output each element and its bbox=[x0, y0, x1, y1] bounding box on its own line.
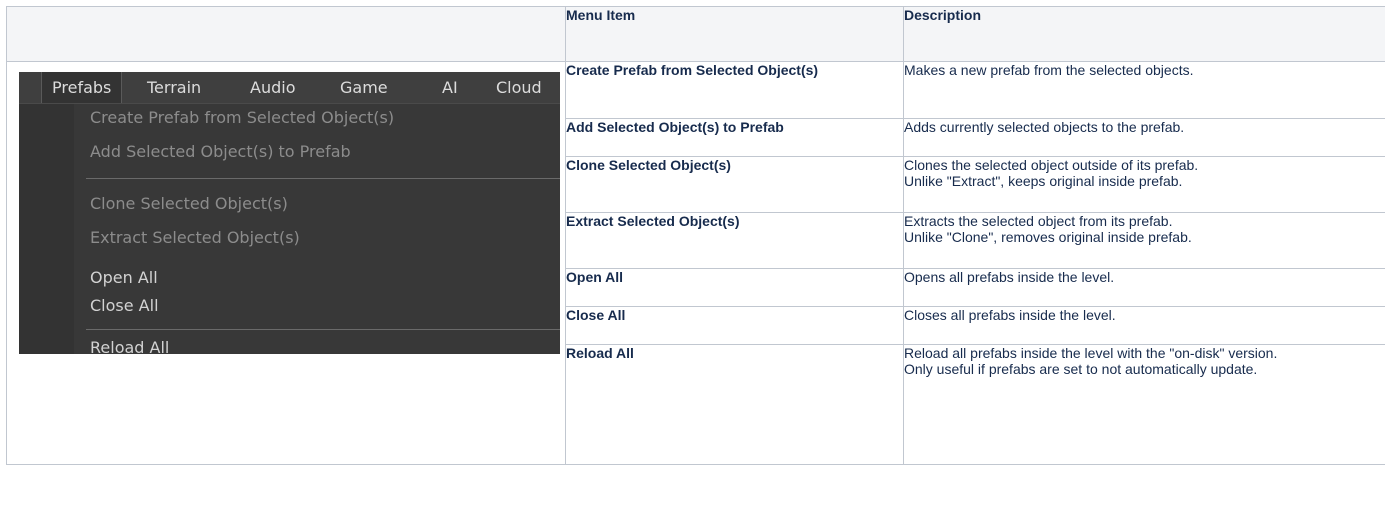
description-line: Unlike "Extract", keeps original inside … bbox=[904, 173, 1183, 189]
menu-item-description: Reload all prefabs inside the level with… bbox=[903, 344, 1385, 465]
menu-item-clone[interactable]: Clone Selected Object(s) bbox=[90, 192, 288, 216]
menu-item-name: Reload All bbox=[565, 344, 904, 465]
description-line: Makes a new prefab from the selected obj… bbox=[904, 62, 1194, 78]
menu-item-name: Clone Selected Object(s) bbox=[565, 156, 904, 213]
menu-item-reload-all[interactable]: Reload All bbox=[90, 336, 169, 354]
menubar-terrain[interactable]: Terrain bbox=[147, 72, 201, 103]
menubar-audio[interactable]: Audio bbox=[250, 72, 295, 103]
prefabs-dropdown: Create Prefab from Selected Object(s) Ad… bbox=[19, 104, 560, 354]
description-line: Clones the selected object outside of it… bbox=[904, 157, 1199, 173]
menu-item-extract[interactable]: Extract Selected Object(s) bbox=[90, 226, 300, 250]
description-line: Extracts the selected object from its pr… bbox=[904, 213, 1173, 229]
menubar-ai[interactable]: AI bbox=[442, 72, 458, 103]
dropdown-gutter bbox=[19, 104, 74, 354]
menu-item-name: Extract Selected Object(s) bbox=[565, 212, 904, 269]
description-header: Description bbox=[903, 6, 1385, 62]
menu-item-name: Open All bbox=[565, 268, 904, 307]
description-line: Reload all prefabs inside the level with… bbox=[904, 345, 1278, 361]
menu-item-description: Clones the selected object outside of it… bbox=[903, 156, 1385, 213]
table-row: Prefabs Terrain Audio Game AI Cloud Crea… bbox=[6, 61, 1385, 465]
menu-item-open-all[interactable]: Open All bbox=[90, 266, 158, 290]
menu-item-name: Close All bbox=[565, 306, 904, 345]
menu-item-create-prefab[interactable]: Create Prefab from Selected Object(s) bbox=[90, 106, 394, 130]
menu-item-description: Closes all prefabs inside the level. bbox=[903, 306, 1385, 345]
menu-item-description: Makes a new prefab from the selected obj… bbox=[903, 61, 1385, 119]
menu-item-description: Opens all prefabs inside the level. bbox=[903, 268, 1385, 307]
description-line: Only useful if prefabs are set to not au… bbox=[904, 361, 1258, 377]
description-line: Adds currently selected objects to the p… bbox=[904, 119, 1185, 135]
menu-item-header: Menu Item bbox=[565, 6, 904, 62]
menu-item-close-all[interactable]: Close All bbox=[90, 294, 159, 318]
menu-separator bbox=[86, 178, 560, 179]
image-column-header bbox=[6, 6, 566, 62]
menubar-game[interactable]: Game bbox=[340, 72, 388, 103]
menu-item-name: Add Selected Object(s) to Prefab bbox=[565, 118, 904, 157]
description-line: Unlike "Clone", removes original inside … bbox=[904, 229, 1192, 245]
menu-screenshot-cell: Prefabs Terrain Audio Game AI Cloud Crea… bbox=[6, 61, 566, 465]
description-line: Closes all prefabs inside the level. bbox=[904, 307, 1116, 323]
menu-separator bbox=[86, 329, 560, 330]
menu-item-add-to-prefab[interactable]: Add Selected Object(s) to Prefab bbox=[90, 140, 351, 164]
menu-screenshot: Prefabs Terrain Audio Game AI Cloud Crea… bbox=[19, 72, 560, 354]
menubar-prefabs[interactable]: Prefabs bbox=[41, 72, 123, 103]
prefab-menu-table: Menu Item Description Prefabs Terrain Au… bbox=[6, 6, 1385, 465]
table-header-row: Menu Item Description bbox=[6, 6, 1385, 62]
menu-item-description: Extracts the selected object from its pr… bbox=[903, 212, 1385, 269]
menubar: Prefabs Terrain Audio Game AI Cloud bbox=[19, 72, 560, 104]
menu-item-name: Create Prefab from Selected Object(s) bbox=[565, 61, 904, 119]
menu-item-description: Adds currently selected objects to the p… bbox=[903, 118, 1385, 157]
description-line: Opens all prefabs inside the level. bbox=[904, 269, 1115, 285]
menubar-cloud[interactable]: Cloud bbox=[496, 72, 542, 103]
